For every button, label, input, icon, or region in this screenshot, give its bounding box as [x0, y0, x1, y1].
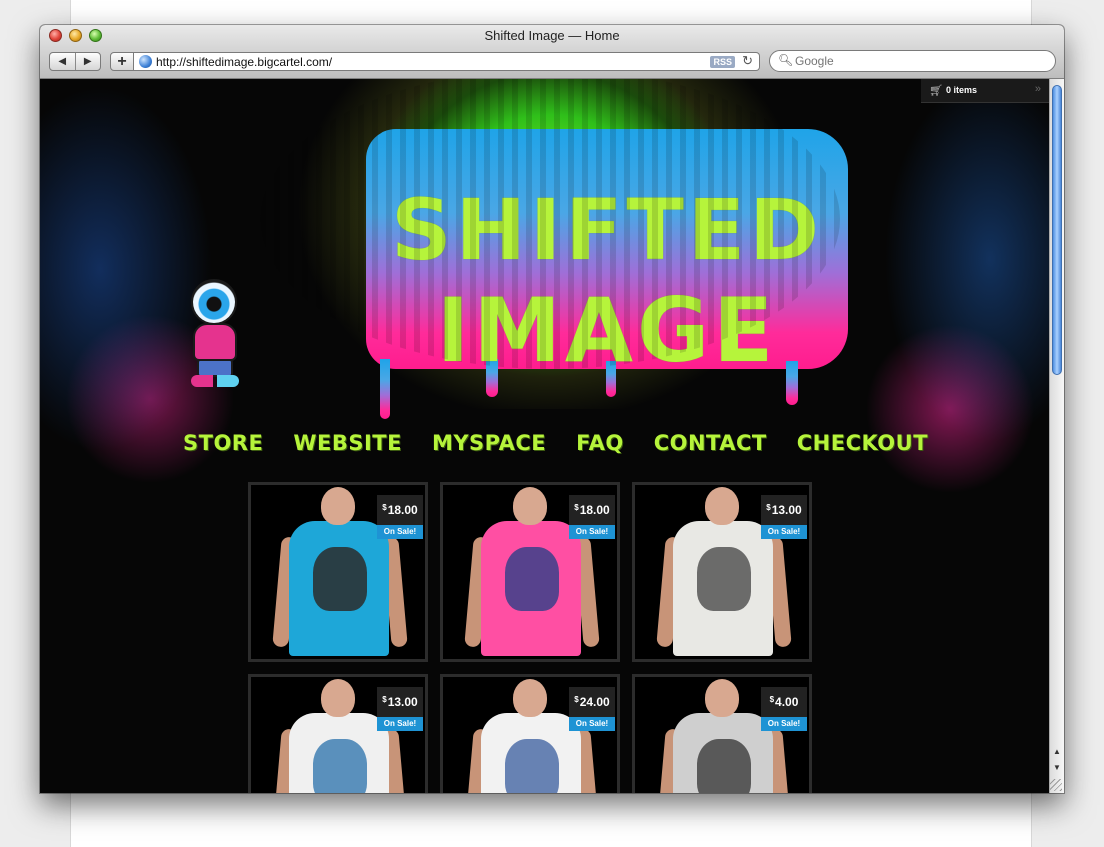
- cart-count[interactable]: 0 items: [946, 85, 977, 95]
- price-amount: 13.00: [771, 503, 802, 517]
- logo-text-line-2: IMAGE: [436, 279, 778, 382]
- product-card[interactable]: $18.00 On Sale!: [248, 482, 428, 662]
- price-tag: $18.00 On Sale!: [569, 495, 615, 539]
- scroll-down-arrow-icon[interactable]: ▼: [1050, 761, 1064, 775]
- product-card[interactable]: $4.00 On Sale!: [632, 674, 812, 793]
- product-shirt-print: [697, 547, 751, 611]
- price-tag: $4.00 On Sale!: [761, 687, 807, 731]
- product-card[interactable]: $13.00 On Sale!: [248, 674, 428, 793]
- search-field[interactable]: 🔍︎: [769, 50, 1056, 72]
- product-photo-head: [705, 679, 739, 717]
- price-currency: $: [382, 502, 387, 512]
- plus-icon: +: [117, 53, 127, 70]
- nav-myspace[interactable]: MYSPACE: [432, 431, 546, 461]
- on-sale-badge: On Sale!: [377, 525, 423, 539]
- product-photo-head: [513, 487, 547, 525]
- mascot-shoes: [191, 375, 239, 387]
- web-page-viewport: SHIFTED IMAGE 🛒︎ 0 items » STORE WEBSITE…: [40, 79, 1049, 793]
- cart-icon: 🛒︎: [929, 85, 943, 97]
- product-card[interactable]: $18.00 On Sale!: [440, 482, 620, 662]
- price-currency: $: [766, 502, 771, 512]
- on-sale-badge: On Sale!: [569, 525, 615, 539]
- search-input[interactable]: [795, 53, 1045, 69]
- price: $18.00: [569, 495, 615, 525]
- price: $24.00: [569, 687, 615, 717]
- nav-store[interactable]: STORE: [183, 431, 263, 461]
- price-tag: $18.00 On Sale!: [377, 495, 423, 539]
- price-amount: 13.00: [387, 695, 418, 709]
- window-title: Shifted Image — Home: [484, 28, 620, 43]
- price-tag: $13.00 On Sale!: [761, 495, 807, 539]
- on-sale-badge: On Sale!: [569, 717, 615, 731]
- eyeball-mascot-illustration: [183, 279, 245, 391]
- on-sale-badge: On Sale!: [761, 525, 807, 539]
- logo-text-line-1: SHIFTED: [391, 181, 823, 279]
- browser-window: Shifted Image — Home ◀ ▶ + http://shifte…: [40, 25, 1064, 793]
- url-text[interactable]: http://shiftedimage.bigcartel.com/: [156, 55, 332, 69]
- main-navigation: STORE WEBSITE MYSPACE FAQ CONTACT CHECKO…: [183, 431, 928, 461]
- product-shirt-print: [697, 739, 751, 793]
- product-card[interactable]: $13.00 On Sale!: [632, 482, 812, 662]
- nav-website[interactable]: WEBSITE: [293, 431, 402, 461]
- vertical-scrollbar[interactable]: ▲ ▼: [1049, 79, 1064, 793]
- header-artwork: SHIFTED IMAGE: [170, 79, 930, 419]
- add-bookmark-button[interactable]: +: [110, 52, 134, 71]
- history-buttons: ◀ ▶: [49, 52, 101, 71]
- price-amount: 18.00: [387, 503, 418, 517]
- chevron-right-icon: ▶: [83, 56, 92, 67]
- product-shirt-print: [313, 739, 367, 793]
- product-photo-head: [321, 679, 355, 717]
- address-bar[interactable]: http://shiftedimage.bigcartel.com/ RSS ↻: [134, 52, 760, 71]
- mascot-body: [193, 323, 237, 361]
- price-amount: 18.00: [579, 503, 610, 517]
- chevron-left-icon: ◀: [58, 56, 67, 67]
- product-photo-head: [321, 487, 355, 525]
- reload-icon[interactable]: ↻: [742, 53, 753, 69]
- product-card[interactable]: $24.00 On Sale!: [440, 674, 620, 793]
- rss-button[interactable]: RSS: [710, 56, 735, 68]
- on-sale-badge: On Sale!: [761, 717, 807, 731]
- price: $18.00: [377, 495, 423, 525]
- mascot-eye: [191, 279, 237, 325]
- price-currency: $: [769, 694, 775, 704]
- price-tag: $24.00 On Sale!: [569, 687, 615, 731]
- product-shirt-print: [313, 547, 367, 611]
- product-shirt-print: [505, 739, 559, 793]
- nav-checkout[interactable]: CHECKOUT: [797, 431, 928, 461]
- on-sale-badge: On Sale!: [377, 717, 423, 731]
- window-resize-grip[interactable]: [1050, 779, 1062, 791]
- price-currency: $: [382, 694, 387, 704]
- forward-button[interactable]: ▶: [74, 53, 101, 70]
- price-amount: 4.00: [775, 695, 799, 709]
- price: $13.00: [761, 495, 807, 525]
- nav-faq[interactable]: FAQ: [576, 431, 624, 461]
- search-icon: 🔍︎: [778, 53, 794, 67]
- scroll-up-arrow-icon[interactable]: ▲: [1050, 745, 1064, 759]
- price: $13.00: [377, 687, 423, 717]
- price-currency: $: [574, 694, 579, 704]
- product-shirt-print: [505, 547, 559, 611]
- product-photo-head: [705, 487, 739, 525]
- scrollbar-thumb[interactable]: [1052, 85, 1062, 375]
- site-logo[interactable]: SHIFTED IMAGE: [366, 129, 848, 419]
- product-grid: $18.00 On Sale! $18.00 On Sale! $ 13.00 …: [248, 482, 824, 793]
- back-button[interactable]: ◀: [50, 53, 75, 70]
- nav-contact[interactable]: CONTACT: [654, 431, 767, 461]
- price-tag: $13.00 On Sale!: [377, 687, 423, 731]
- price-currency: $: [574, 502, 579, 512]
- title-bar: Shifted Image — Home ◀ ▶ + http://shifte…: [40, 25, 1064, 79]
- price: $4.00: [761, 687, 807, 717]
- product-photo-head: [513, 679, 547, 717]
- globe-icon: [139, 55, 152, 68]
- cart-summary[interactable]: 🛒︎ 0 items »: [921, 79, 1049, 103]
- price-amount: 24.00: [579, 695, 610, 709]
- double-chevron-right-icon[interactable]: »: [1035, 83, 1041, 95]
